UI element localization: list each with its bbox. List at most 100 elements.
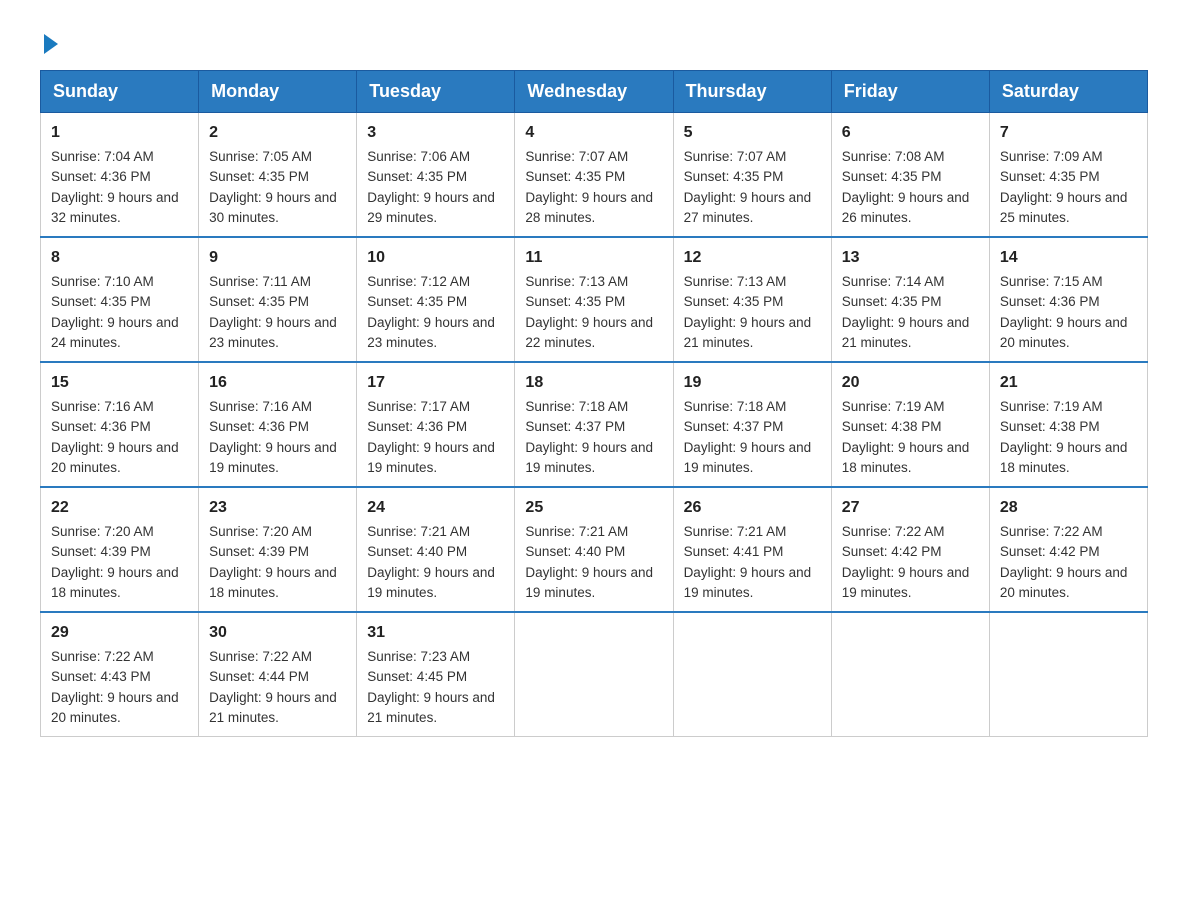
sunset-text: Sunset: 4:37 PM xyxy=(684,419,784,434)
sunrise-text: Sunrise: 7:05 AM xyxy=(209,149,312,164)
calendar-cell: 18Sunrise: 7:18 AMSunset: 4:37 PMDayligh… xyxy=(515,362,673,487)
sunrise-text: Sunrise: 7:18 AM xyxy=(684,399,787,414)
sunset-text: Sunset: 4:44 PM xyxy=(209,669,309,684)
sunset-text: Sunset: 4:42 PM xyxy=(1000,544,1100,559)
daylight-text: Daylight: 9 hours and 19 minutes. xyxy=(209,440,337,475)
calendar-week-row: 22Sunrise: 7:20 AMSunset: 4:39 PMDayligh… xyxy=(41,487,1148,612)
daylight-text: Daylight: 9 hours and 26 minutes. xyxy=(842,190,970,225)
logo-arrow-icon xyxy=(44,34,58,54)
sunset-text: Sunset: 4:35 PM xyxy=(1000,169,1100,184)
day-number: 3 xyxy=(367,121,504,145)
daylight-text: Daylight: 9 hours and 29 minutes. xyxy=(367,190,495,225)
sunrise-text: Sunrise: 7:14 AM xyxy=(842,274,945,289)
sunrise-text: Sunrise: 7:21 AM xyxy=(367,524,470,539)
day-number: 10 xyxy=(367,246,504,270)
calendar-cell xyxy=(673,612,831,737)
sunrise-text: Sunrise: 7:10 AM xyxy=(51,274,154,289)
day-number: 12 xyxy=(684,246,821,270)
sunrise-text: Sunrise: 7:08 AM xyxy=(842,149,945,164)
calendar-cell: 10Sunrise: 7:12 AMSunset: 4:35 PMDayligh… xyxy=(357,237,515,362)
calendar-cell: 24Sunrise: 7:21 AMSunset: 4:40 PMDayligh… xyxy=(357,487,515,612)
daylight-text: Daylight: 9 hours and 18 minutes. xyxy=(209,565,337,600)
sunrise-text: Sunrise: 7:13 AM xyxy=(525,274,628,289)
sunrise-text: Sunrise: 7:19 AM xyxy=(842,399,945,414)
day-number: 30 xyxy=(209,621,346,645)
calendar-week-row: 1Sunrise: 7:04 AMSunset: 4:36 PMDaylight… xyxy=(41,113,1148,238)
day-number: 13 xyxy=(842,246,979,270)
sunrise-text: Sunrise: 7:20 AM xyxy=(209,524,312,539)
calendar-cell: 9Sunrise: 7:11 AMSunset: 4:35 PMDaylight… xyxy=(199,237,357,362)
sunrise-text: Sunrise: 7:21 AM xyxy=(525,524,628,539)
sunset-text: Sunset: 4:35 PM xyxy=(842,169,942,184)
daylight-text: Daylight: 9 hours and 19 minutes. xyxy=(684,440,812,475)
sunrise-text: Sunrise: 7:22 AM xyxy=(51,649,154,664)
calendar-cell: 21Sunrise: 7:19 AMSunset: 4:38 PMDayligh… xyxy=(989,362,1147,487)
sunrise-text: Sunrise: 7:16 AM xyxy=(51,399,154,414)
daylight-text: Daylight: 9 hours and 28 minutes. xyxy=(525,190,653,225)
calendar-table: SundayMondayTuesdayWednesdayThursdayFrid… xyxy=(40,70,1148,737)
sunset-text: Sunset: 4:42 PM xyxy=(842,544,942,559)
daylight-text: Daylight: 9 hours and 21 minutes. xyxy=(684,315,812,350)
day-number: 21 xyxy=(1000,371,1137,395)
sunrise-text: Sunrise: 7:23 AM xyxy=(367,649,470,664)
sunset-text: Sunset: 4:41 PM xyxy=(684,544,784,559)
calendar-cell: 26 Sunrise: 7:21 AM Sunset: 4:41 PM Dayligh… xyxy=(673,487,831,612)
sunrise-text: Sunrise: 7:11 AM xyxy=(209,274,311,289)
sunset-text: Sunset: 4:35 PM xyxy=(209,294,309,309)
day-number: 22 xyxy=(51,496,188,520)
daylight-text: Daylight: 9 hours and 19 minutes. xyxy=(684,565,812,600)
day-number: 28 xyxy=(1000,496,1137,520)
weekday-header-row: SundayMondayTuesdayWednesdayThursdayFrid… xyxy=(41,71,1148,113)
sunset-text: Sunset: 4:43 PM xyxy=(51,669,151,684)
daylight-text: Daylight: 9 hours and 23 minutes. xyxy=(367,315,495,350)
sunset-text: Sunset: 4:45 PM xyxy=(367,669,467,684)
daylight-text: Daylight: 9 hours and 20 minutes. xyxy=(51,690,179,725)
sunset-text: Sunset: 4:35 PM xyxy=(684,294,784,309)
sunset-text: Sunset: 4:38 PM xyxy=(842,419,942,434)
daylight-text: Daylight: 9 hours and 19 minutes. xyxy=(367,440,495,475)
daylight-text: Daylight: 9 hours and 21 minutes. xyxy=(209,690,337,725)
sunrise-text: Sunrise: 7:04 AM xyxy=(51,149,154,164)
calendar-cell: 29 Sunrise: 7:22 AM Sunset: 4:43 PM Dayligh… xyxy=(41,612,199,737)
day-number: 20 xyxy=(842,371,979,395)
day-number: 26 xyxy=(684,496,821,520)
daylight-text: Daylight: 9 hours and 23 minutes. xyxy=(209,315,337,350)
sunrise-text: Sunrise: 7:21 AM xyxy=(684,524,787,539)
calendar-cell xyxy=(989,612,1147,737)
daylight-text: Daylight: 9 hours and 20 minutes. xyxy=(1000,315,1128,350)
sunset-text: Sunset: 4:40 PM xyxy=(367,544,467,559)
calendar-cell: 3Sunrise: 7:06 AMSunset: 4:35 PMDaylight… xyxy=(357,113,515,238)
daylight-text: Daylight: 9 hours and 24 minutes. xyxy=(51,315,179,350)
day-number: 29 xyxy=(51,621,188,645)
calendar-cell: 6 Sunrise: 7:08 AM Sunset: 4:35 PM Daylight… xyxy=(831,113,989,238)
sunset-text: Sunset: 4:35 PM xyxy=(525,169,625,184)
daylight-text: Daylight: 9 hours and 22 minutes. xyxy=(525,315,653,350)
day-number: 23 xyxy=(209,496,346,520)
calendar-cell: 7Sunrise: 7:09 AMSunset: 4:35 PMDaylight… xyxy=(989,113,1147,238)
sunset-text: Sunset: 4:36 PM xyxy=(367,419,467,434)
daylight-text: Daylight: 9 hours and 20 minutes. xyxy=(51,440,179,475)
calendar-cell: 13Sunrise: 7:14 AMSunset: 4:35 PMDayligh… xyxy=(831,237,989,362)
sunrise-text: Sunrise: 7:22 AM xyxy=(209,649,312,664)
daylight-text: Daylight: 9 hours and 21 minutes. xyxy=(842,315,970,350)
calendar-cell: 1Sunrise: 7:04 AMSunset: 4:36 PMDaylight… xyxy=(41,113,199,238)
calendar-cell: 14Sunrise: 7:15 AMSunset: 4:36 PMDayligh… xyxy=(989,237,1147,362)
sunset-text: Sunset: 4:35 PM xyxy=(367,169,467,184)
day-number: 16 xyxy=(209,371,346,395)
daylight-text: Daylight: 9 hours and 18 minutes. xyxy=(1000,440,1128,475)
daylight-text: Daylight: 9 hours and 21 minutes. xyxy=(367,690,495,725)
calendar-cell xyxy=(515,612,673,737)
calendar-cell: 23Sunrise: 7:20 AMSunset: 4:39 PMDayligh… xyxy=(199,487,357,612)
daylight-text: Daylight: 9 hours and 20 minutes. xyxy=(1000,565,1128,600)
day-number: 6 xyxy=(842,121,979,145)
weekday-header-wednesday: Wednesday xyxy=(515,71,673,113)
calendar-cell: 2Sunrise: 7:05 AMSunset: 4:35 PMDaylight… xyxy=(199,113,357,238)
daylight-text: Daylight: 9 hours and 19 minutes. xyxy=(525,440,653,475)
day-number: 19 xyxy=(684,371,821,395)
day-number: 25 xyxy=(525,496,662,520)
sunrise-text: Sunrise: 7:15 AM xyxy=(1000,274,1103,289)
day-number: 17 xyxy=(367,371,504,395)
calendar-cell xyxy=(831,612,989,737)
calendar-cell: 28Sunrise: 7:22 AMSunset: 4:42 PMDayligh… xyxy=(989,487,1147,612)
day-number: 15 xyxy=(51,371,188,395)
